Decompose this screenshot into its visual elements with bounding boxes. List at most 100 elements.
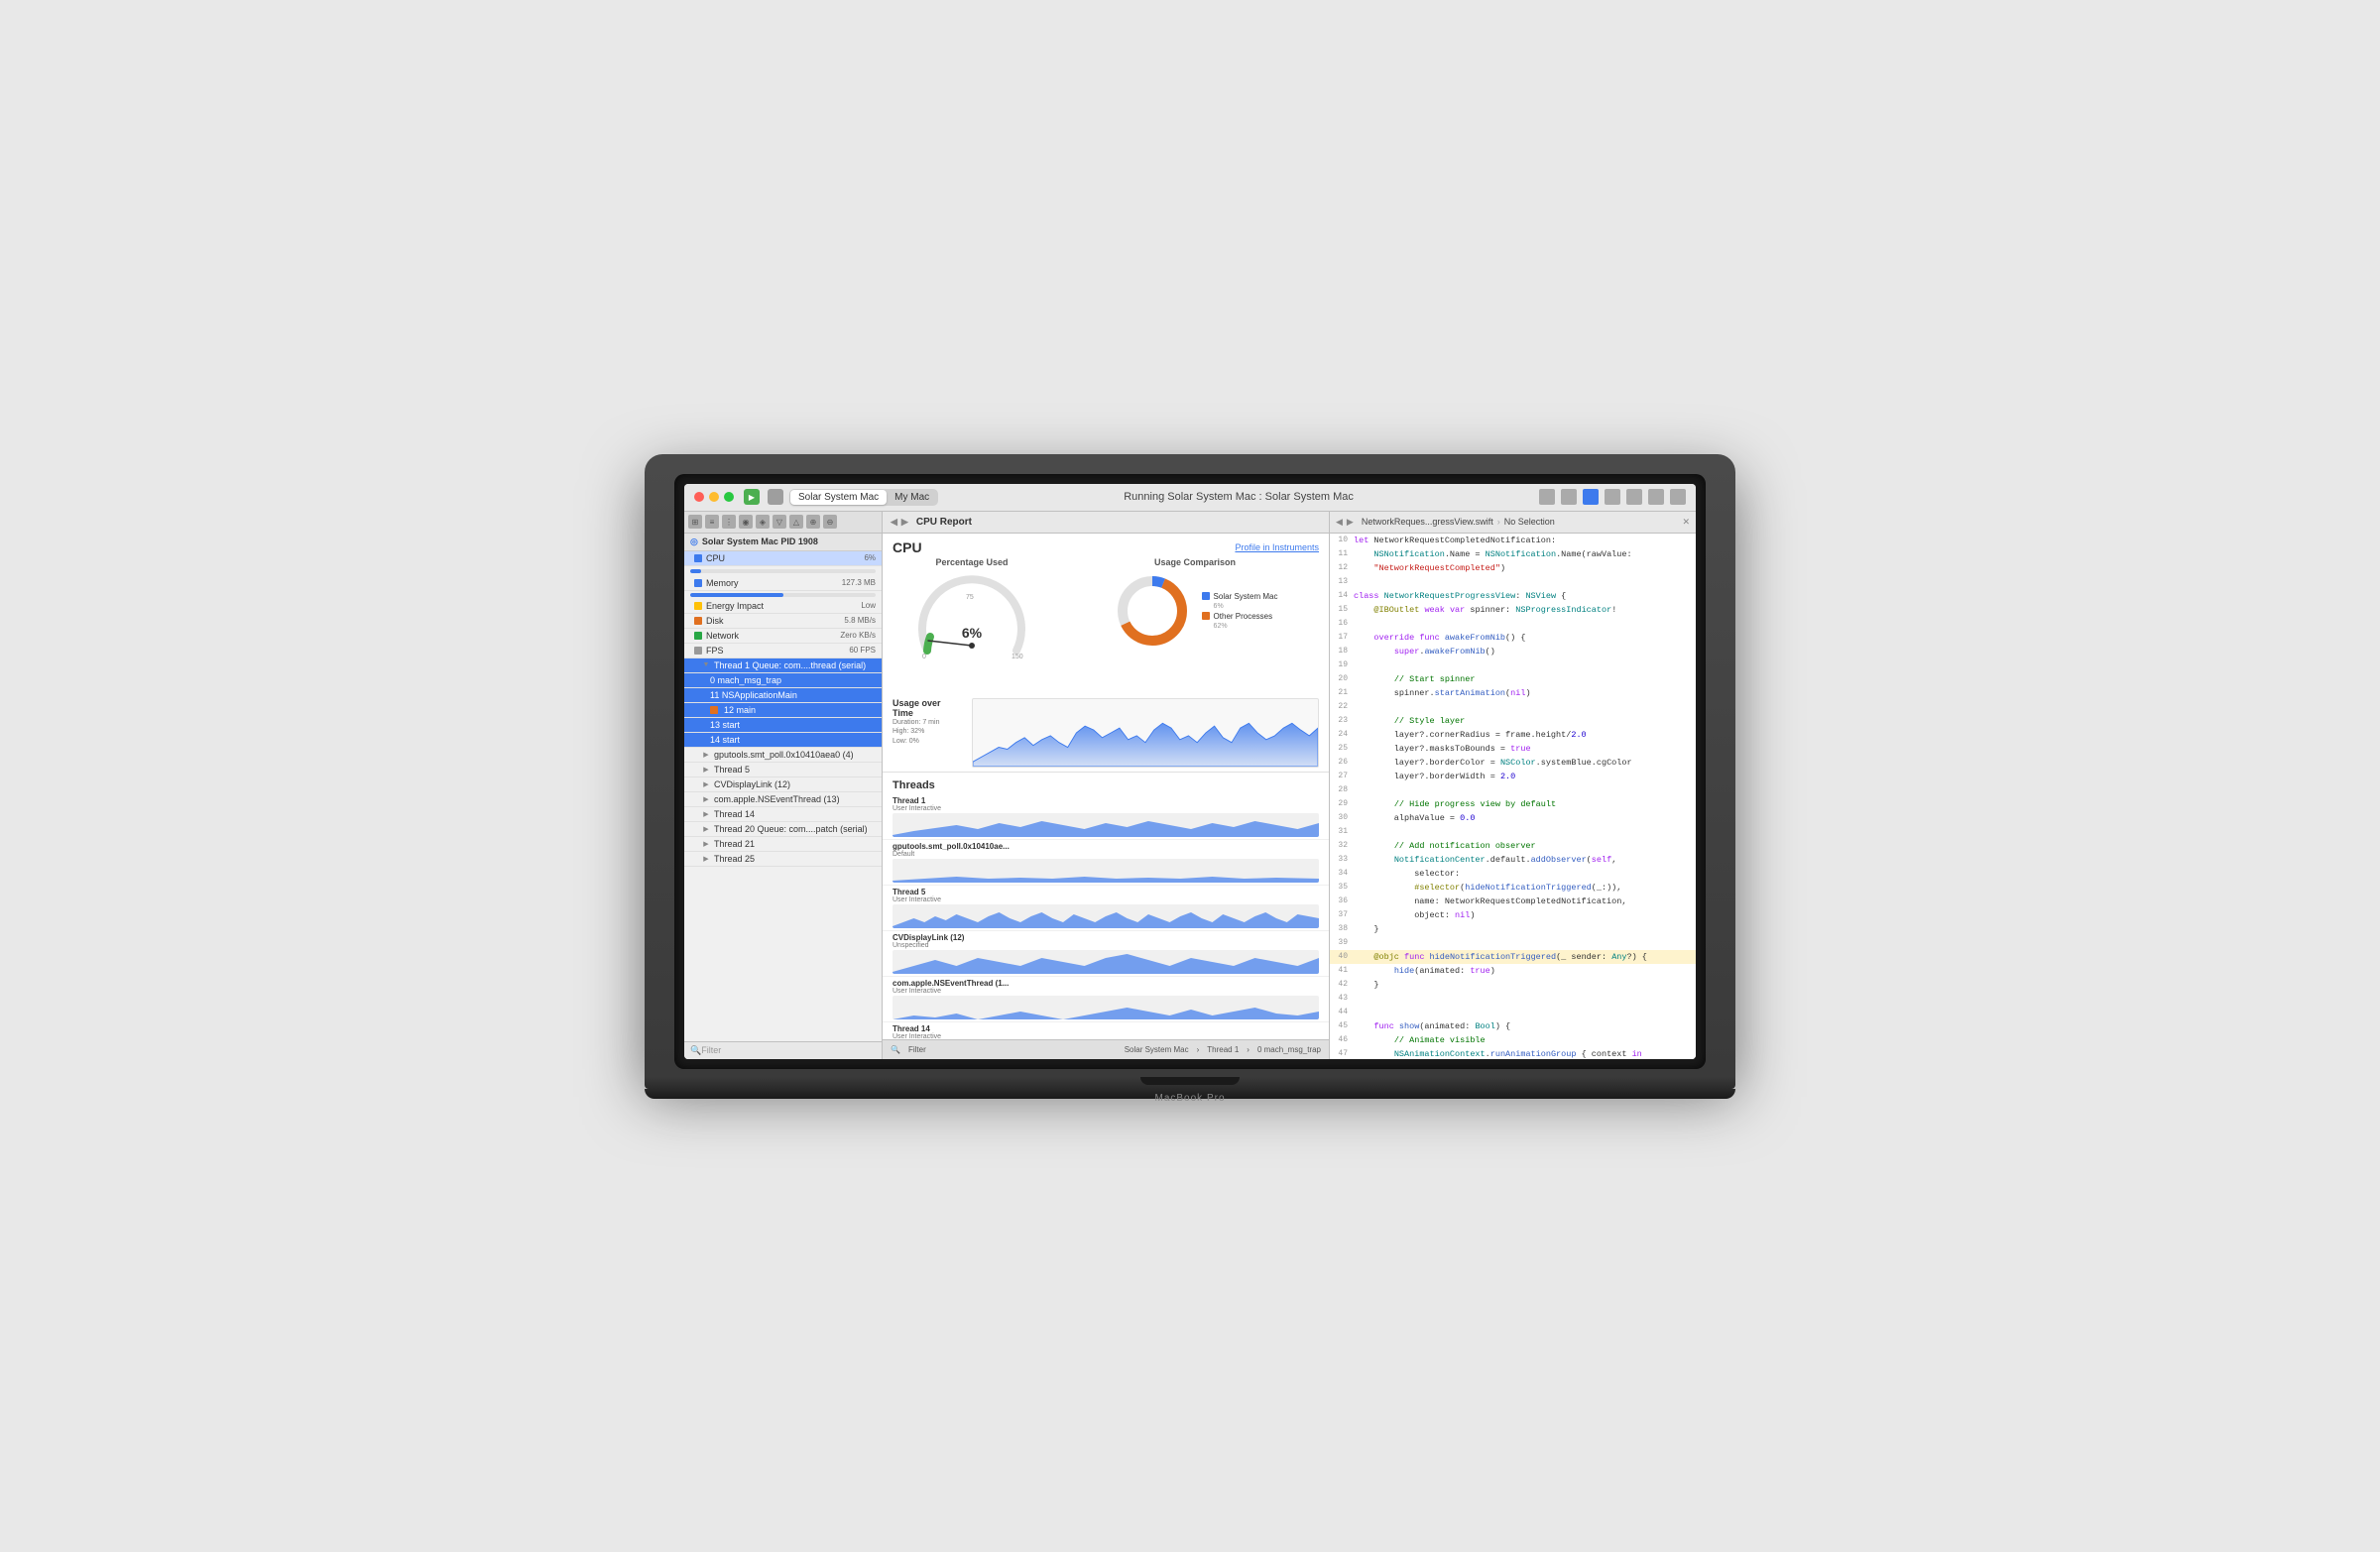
thread20-row[interactable]: ▶ Thread 20 Queue: com....patch (serial) [684, 822, 882, 837]
start-14-row[interactable]: 14 start [684, 733, 882, 748]
disk-row[interactable]: Disk 5.8 MB/s [684, 614, 882, 629]
fps-row[interactable]: FPS 60 FPS [684, 644, 882, 658]
line-num-24: 24 [1334, 728, 1354, 742]
thread5-row[interactable]: ▶ Thread 5 [684, 763, 882, 777]
brand-label: MacBook Pro [645, 1089, 1735, 1108]
cpu-header: CPU Profile in Instruments [883, 534, 1329, 557]
filter-label: Filter [701, 1045, 721, 1055]
center-panel: ◀ ▶ CPU Report CPU Profile in Instrument… [883, 512, 1329, 1059]
tab-my-mac[interactable]: My Mac [887, 490, 937, 505]
toolbar-icon-5[interactable] [1626, 489, 1642, 505]
threads-section: Threads Thread 1 User Interactive [883, 772, 1329, 1039]
memory-label: Memory [706, 578, 838, 588]
toolbar-icon-7[interactable]: △ [789, 515, 803, 529]
toolbar-icon-1[interactable] [1539, 489, 1555, 505]
expand-icon-7[interactable]: ▶ [702, 825, 710, 833]
toolbar-icon-4[interactable]: ◉ [739, 515, 753, 529]
code-line-32: 32 // Add notification observer [1330, 839, 1696, 853]
energy-icon [694, 602, 702, 610]
nav-back[interactable]: ◀ [891, 517, 897, 528]
nav-forward[interactable]: ▶ [901, 517, 908, 528]
cpu-bar-container [684, 566, 882, 576]
start-13-row[interactable]: 13 start [684, 718, 882, 733]
expand-icon-6[interactable]: ▶ [702, 810, 710, 818]
toolbar-icon-7[interactable] [1670, 489, 1686, 505]
toolbar-icon-6[interactable] [1648, 489, 1664, 505]
network-row[interactable]: Network Zero KB/s [684, 629, 882, 644]
separator-2: › [1247, 1045, 1250, 1054]
minimize-button[interactable] [709, 492, 719, 502]
main-row[interactable]: 12 main [684, 703, 882, 718]
close-tab-icon[interactable]: ✕ [1682, 517, 1690, 528]
energy-row[interactable]: Energy Impact Low [684, 599, 882, 614]
trap-row[interactable]: 0 mach_msg_trap [684, 673, 882, 688]
nav-forward-editor[interactable]: ▶ [1347, 517, 1354, 528]
line-num-13: 13 [1334, 575, 1354, 589]
ns-thread-type: User Interactive [892, 988, 1319, 995]
thread-1-row[interactable]: ▼ Thread 1 Queue: com....thread (serial) [684, 658, 882, 673]
gputools-row[interactable]: ▶ gputools.smt_poll.0x10410aea0 (4) [684, 748, 882, 763]
toolbar-icon-3[interactable]: ⋮ [722, 515, 736, 529]
nsevent-label: com.apple.NSEventThread (13) [714, 794, 876, 804]
center-toolbar: ◀ ▶ CPU Report [883, 512, 1329, 534]
expand-icon-9[interactable]: ▶ [702, 855, 710, 863]
code-line-31: 31 [1330, 825, 1696, 839]
play-button[interactable]: ▶ [744, 489, 760, 505]
trap-label: 0 mach_msg_trap [710, 675, 876, 685]
expand-icon-4[interactable]: ▶ [702, 780, 710, 788]
thread14-row[interactable]: ▶ Thread 14 [684, 807, 882, 822]
maximize-button[interactable] [724, 492, 734, 502]
tab-solar-system-mac[interactable]: Solar System Mac [790, 490, 887, 505]
toolbar-icon-8[interactable]: ⊕ [806, 515, 820, 529]
nsmain-row[interactable]: 11 NSApplicationMain [684, 688, 882, 703]
thread-list: ▼ Thread 1 Queue: com....thread (serial)… [684, 658, 882, 867]
code-line-40: 40 @objc func hideNotificationTriggered(… [1330, 950, 1696, 964]
line-num-35: 35 [1334, 881, 1354, 895]
thread-row-1: Thread 1 User Interactive [883, 794, 1329, 840]
line-num-19: 19 [1334, 658, 1354, 672]
expand-icon[interactable]: ▼ [702, 661, 710, 669]
expand-icon-8[interactable]: ▶ [702, 840, 710, 848]
toolbar-icon-3[interactable] [1583, 489, 1599, 505]
code-line-20: 20 // Start spinner [1330, 672, 1696, 686]
cvdisplay-row[interactable]: ▶ CVDisplayLink (12) [684, 777, 882, 792]
legend-color-other [1202, 612, 1210, 620]
line-num-15: 15 [1334, 603, 1354, 617]
cpu-row[interactable]: CPU 6% [684, 551, 882, 566]
memory-row[interactable]: Memory 127.3 MB [684, 576, 882, 591]
code-line-35: 35 #selector(hideNotificationTriggered(_… [1330, 881, 1696, 895]
gauge-section: Percentage Used [892, 557, 1051, 696]
toolbar-icon-2[interactable] [1561, 489, 1577, 505]
disk-icon [694, 617, 702, 625]
line-content-11: NSNotification.Name = NSNotification.Nam… [1354, 547, 1692, 561]
network-value: Zero KB/s [840, 631, 876, 640]
toolbar-icon-2[interactable]: ≡ [705, 515, 719, 529]
close-button[interactable] [694, 492, 704, 502]
disk-value: 5.8 MB/s [844, 616, 876, 625]
line-num-26: 26 [1334, 756, 1354, 770]
code-line-13: 13 [1330, 575, 1696, 589]
line-content-34: selector: [1354, 867, 1692, 881]
toolbar-icon-4[interactable] [1605, 489, 1620, 505]
toolbar-icon-5[interactable]: ◈ [756, 515, 770, 529]
code-line-10: 10 let NetworkRequestCompletedNotificati… [1330, 534, 1696, 547]
toolbar-icon[interactable]: ⊞ [688, 515, 702, 529]
expand-icon-5[interactable]: ▶ [702, 795, 710, 803]
line-content-47: NSAnimationContext.runAnimationGroup { c… [1354, 1047, 1692, 1059]
expand-icon-2[interactable]: ▶ [702, 751, 710, 759]
line-num-44: 44 [1334, 1006, 1354, 1019]
editor-content: 10 let NetworkRequestCompletedNotificati… [1330, 534, 1696, 1059]
expand-icon-3[interactable]: ▶ [702, 766, 710, 774]
toolbar-icon-6[interactable]: ▽ [773, 515, 786, 529]
solar-percentage: 6% [1202, 603, 1278, 610]
svg-text:75: 75 [966, 594, 974, 601]
toolbar-icon-9[interactable]: ⊖ [823, 515, 837, 529]
usage-chart [972, 698, 1319, 768]
thread21-row[interactable]: ▶ Thread 21 [684, 837, 882, 852]
nsevent-row[interactable]: ▶ com.apple.NSEventThread (13) [684, 792, 882, 807]
nav-back-editor[interactable]: ◀ [1336, 517, 1343, 528]
profile-instruments-button[interactable]: Profile in Instruments [1235, 542, 1319, 552]
stop-button[interactable] [768, 489, 783, 505]
network-icon [694, 632, 702, 640]
thread25-row[interactable]: ▶ Thread 25 [684, 852, 882, 867]
